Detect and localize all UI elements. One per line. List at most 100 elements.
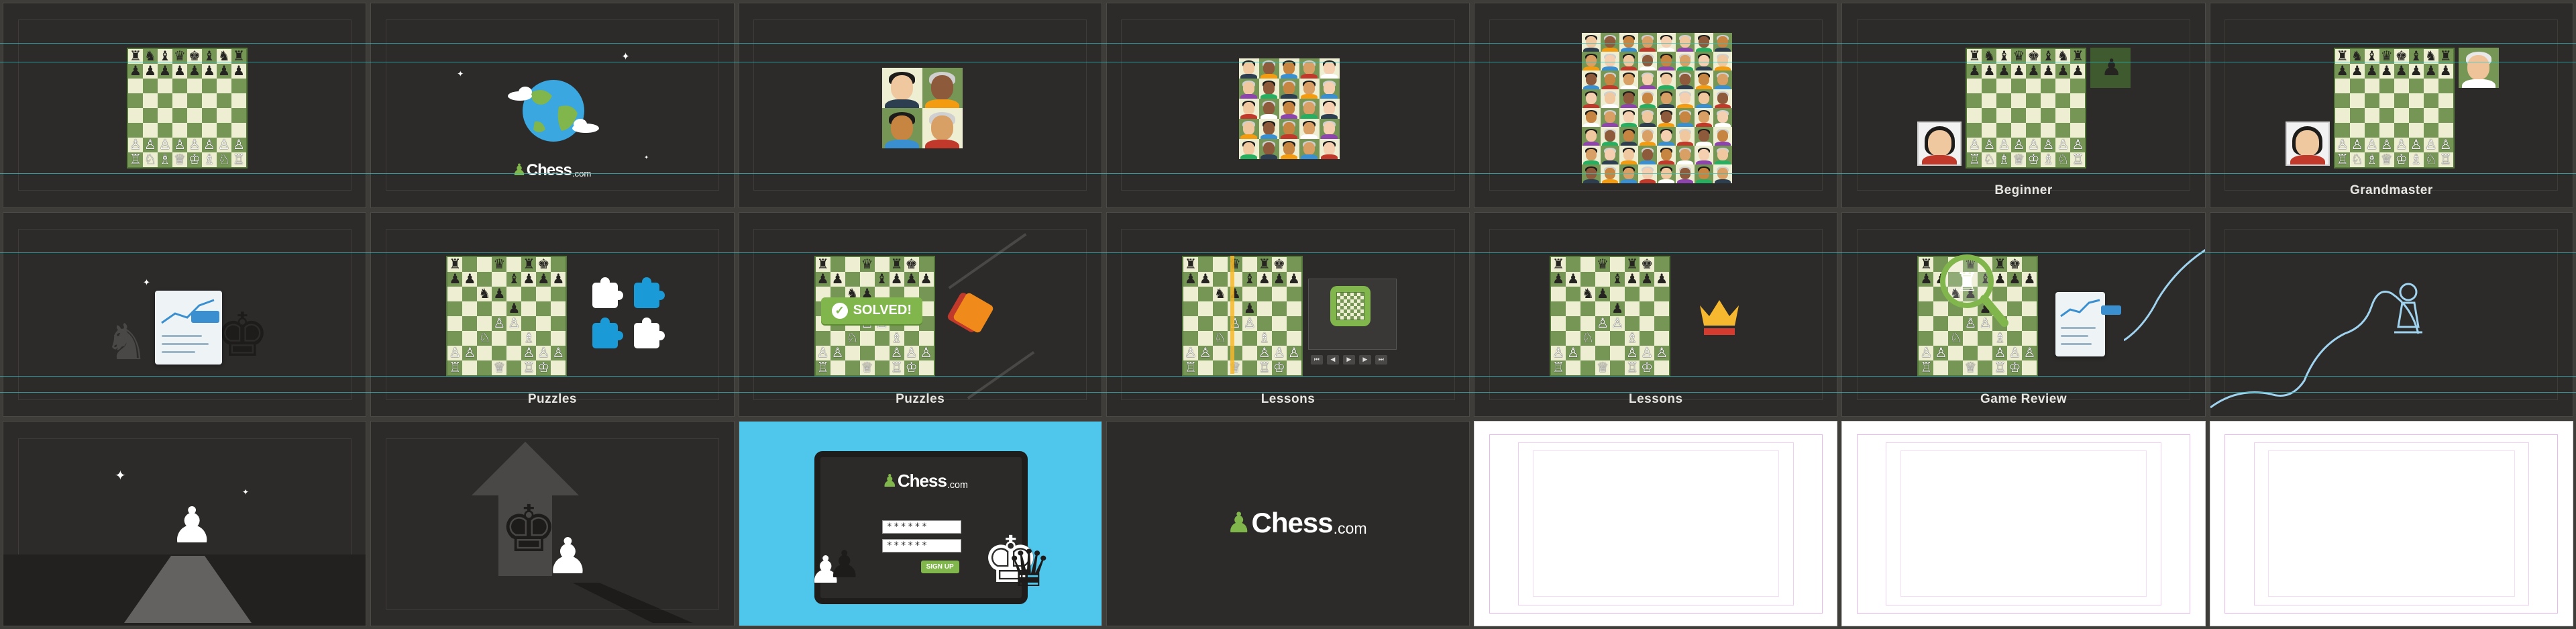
board-square: ♙: [2334, 138, 2350, 152]
board-square: [506, 360, 522, 375]
board-square: [536, 316, 551, 331]
board-square: [2022, 256, 2037, 272]
chess-piece: ♟: [2336, 64, 2349, 79]
slide-globe[interactable]: ✦ ✦ ✦ ♟ Chess .com: [370, 3, 735, 208]
chess-piece: ♙: [523, 345, 535, 360]
board-square: ♚: [2394, 49, 2409, 64]
avatar: [2285, 122, 2330, 166]
board-square: ♖: [1625, 360, 1640, 375]
sign-up-button[interactable]: SIGN UP: [920, 561, 959, 574]
board-square: [1183, 286, 1198, 301]
board-square: [477, 271, 492, 287]
confirm-password-field[interactable]: ******: [881, 539, 961, 553]
board-square: [477, 316, 492, 331]
board-square: ♙: [1242, 316, 1257, 331]
chess-piece: ♖: [449, 360, 462, 375]
board-square: [462, 330, 478, 346]
board-square: ♘: [2423, 152, 2438, 167]
slide-logo[interactable]: ♟ Chess .com: [1106, 421, 1470, 626]
slide-avatars-large[interactable]: [1474, 3, 1838, 208]
board-square: [506, 256, 522, 272]
chess-piece: ♜: [129, 49, 142, 64]
slide-puzzles[interactable]: ♜ ♛ ♜ ♚ ♟ ♟ ♝ ♟ ♟ ♟ ♞ ♟ ♟ ♙ ♙ ♘ ♗ ♙ ♙ ♙ ♙ ♙ ♖ ♕ ♖ ♔ Puzzles: [370, 211, 735, 418]
avatar: [1695, 89, 1714, 108]
slide-beginner[interactable]: ♜ ♞ ♝ ♛ ♚ ♝ ♞ ♜ ♟ ♟ ♟ ♟ ♟ ♟ ♟ ♟ ♙ ♙ ♙ ♙ ♙ ♙ ♙ ♙ ♖ ♘ ♗ ♕ ♔ ♗ ♘ ♖ ♟ Begin…: [1841, 3, 2206, 208]
avatar: [1676, 108, 1695, 127]
chess-piece: ♕: [174, 152, 186, 167]
board-square: [1982, 79, 1997, 93]
board-square: [1967, 108, 1982, 123]
chess-piece: ♝: [2365, 49, 2378, 64]
chess-piece: ♘: [1949, 330, 1962, 346]
board-square: ♗: [889, 330, 904, 346]
forward-icon[interactable]: ▶: [1358, 354, 1371, 365]
slide-lessons-crown[interactable]: ♜ ♛ ♜ ♚ ♟ ♟ ♝ ♟ ♟ ♟ ♞ ♟ ♟ ♙ ♙ ♘ ♗ ♙ ♙ ♙ ♙ ♙ ♖ ♕ ♖ ♔ Lessons: [1474, 211, 1838, 418]
chess-piece: ♙: [493, 316, 506, 331]
avatar: [1619, 127, 1639, 146]
slide-grandmaster[interactable]: ♜ ♞ ♝ ♛ ♚ ♝ ♞ ♜ ♟ ♟ ♟ ♟ ♟ ♟ ♟ ♟ ♙ ♙ ♙ ♙ ♙ ♙ ♙ ♙ ♖ ♘ ♗ ♕ ♔ ♗ ♘ ♖ Grandma…: [2209, 3, 2573, 208]
chess-piece: ♙: [2365, 138, 2378, 152]
slide-pawn-promotion[interactable]: ♚ ♟: [370, 421, 735, 626]
chess-piece: ♟: [1273, 271, 1285, 287]
board-square: ♟: [536, 271, 551, 287]
board-square: ♖: [2438, 152, 2453, 167]
slide-blank[interactable]: [1841, 421, 2206, 626]
king-icon: ♚: [215, 301, 270, 369]
board-square: ♙: [918, 345, 934, 360]
slide-lessons-video[interactable]: ♜ ♛ ♜ ♚ ♟ ♟ ♝ ♟ ♟ ♟ ♞ ♟ ♟ ♙ ♙ ♘ ♗ ♙ ♙ ♙ ♙ ♙ ♖ ♕ ♖ ♔ ⏮ ◀ ▶ ▶ ⏭ Les…: [1106, 211, 1470, 418]
slide-pawn-path[interactable]: [2209, 211, 2573, 418]
play-icon[interactable]: ▶: [1342, 354, 1355, 365]
avatar: [1695, 70, 1714, 89]
board-square: [187, 93, 202, 108]
chess-piece: ♔: [905, 360, 918, 375]
slide-analysis[interactable]: ✦ ♞ ♚: [3, 211, 367, 418]
video-player[interactable]: [1307, 278, 1397, 350]
board-square: [1286, 286, 1301, 301]
chess-piece: ♟: [1258, 271, 1271, 287]
pawn-icon: ♟: [2101, 55, 2122, 81]
chess-piece: ♔: [1273, 360, 1285, 375]
board-square: [231, 93, 246, 108]
board-square: [1580, 256, 1596, 272]
slide-blank[interactable]: [2209, 421, 2573, 626]
chess-piece: ♛: [493, 256, 506, 272]
chess-piece: ♜: [233, 49, 245, 64]
board-square: ♟: [2364, 64, 2379, 79]
board-square: ♜: [1256, 256, 1272, 272]
slide-avatars-medium[interactable]: [1106, 3, 1470, 208]
globe-icon: [508, 80, 600, 142]
board-square: [172, 108, 187, 123]
chess-piece: ♘: [1214, 330, 1226, 346]
avatar: [1299, 119, 1320, 139]
back-icon[interactable]: ◀: [1326, 354, 1339, 365]
avatar: [1676, 164, 1695, 183]
board-square: [1580, 301, 1596, 316]
rewind-icon[interactable]: ⏮: [1310, 354, 1323, 365]
chess-piece: ♜: [1626, 256, 1639, 272]
board-square: [874, 330, 890, 346]
board-square: ♝: [202, 49, 217, 64]
avatar: [1619, 70, 1639, 89]
chess-piece: ♖: [1968, 152, 1981, 167]
slide-chessboard[interactable]: ♜ ♞ ♝ ♛ ♚ ♝ ♞ ♜ ♟ ♟ ♟ ♟ ♟ ♟ ♟ ♟ ♙ ♙ ♙ ♙ ♙ ♙ ♙ ♙ ♖ ♘ ♗ ♕ ♔ ♗ ♘ ♖: [3, 3, 367, 208]
board-square: [2408, 79, 2424, 93]
board-square: [2408, 123, 2424, 138]
password-field[interactable]: ******: [881, 520, 961, 534]
slide-avatars-small[interactable]: [738, 3, 1102, 208]
avatar: [1676, 52, 1695, 70]
trend-line: [2124, 249, 2205, 341]
board-square: ♛: [859, 256, 875, 272]
avatar: [1695, 146, 1714, 164]
board-square: ♖: [1551, 360, 1566, 375]
video-controls[interactable]: ⏮ ◀ ▶ ▶ ⏭: [1310, 354, 1387, 365]
end-icon[interactable]: ⏭: [1375, 354, 1387, 365]
slide-blank[interactable]: [1474, 421, 1838, 626]
slide-spotlight-pawn[interactable]: ✦ ✦ ♟: [3, 421, 367, 626]
slide-puzzle-solved[interactable]: ♜♛♜♚♟♟♝♟♟♟♞♟♟♙♙♘♗♙♙♙♙♙♖♕♖♔ ✓ SOLVED! Puz…: [738, 211, 1102, 418]
board-square: ♟: [815, 271, 830, 287]
board-square: [1610, 286, 1625, 301]
slide-login[interactable]: ♟ Chess .com ****** ****** SIGN UP ♟ ♟ ♚ ♛: [738, 421, 1102, 626]
chess-piece: ♚: [2008, 256, 2021, 272]
puzzle-piece-icon: [634, 317, 665, 348]
slide-game-review[interactable]: ♜♛♜♚♟♟♝♟♟♟♞♟♟♙♙♘♗♙♙♙♙♙♖♕♖♔ ♜ Game Review: [1841, 211, 2206, 418]
